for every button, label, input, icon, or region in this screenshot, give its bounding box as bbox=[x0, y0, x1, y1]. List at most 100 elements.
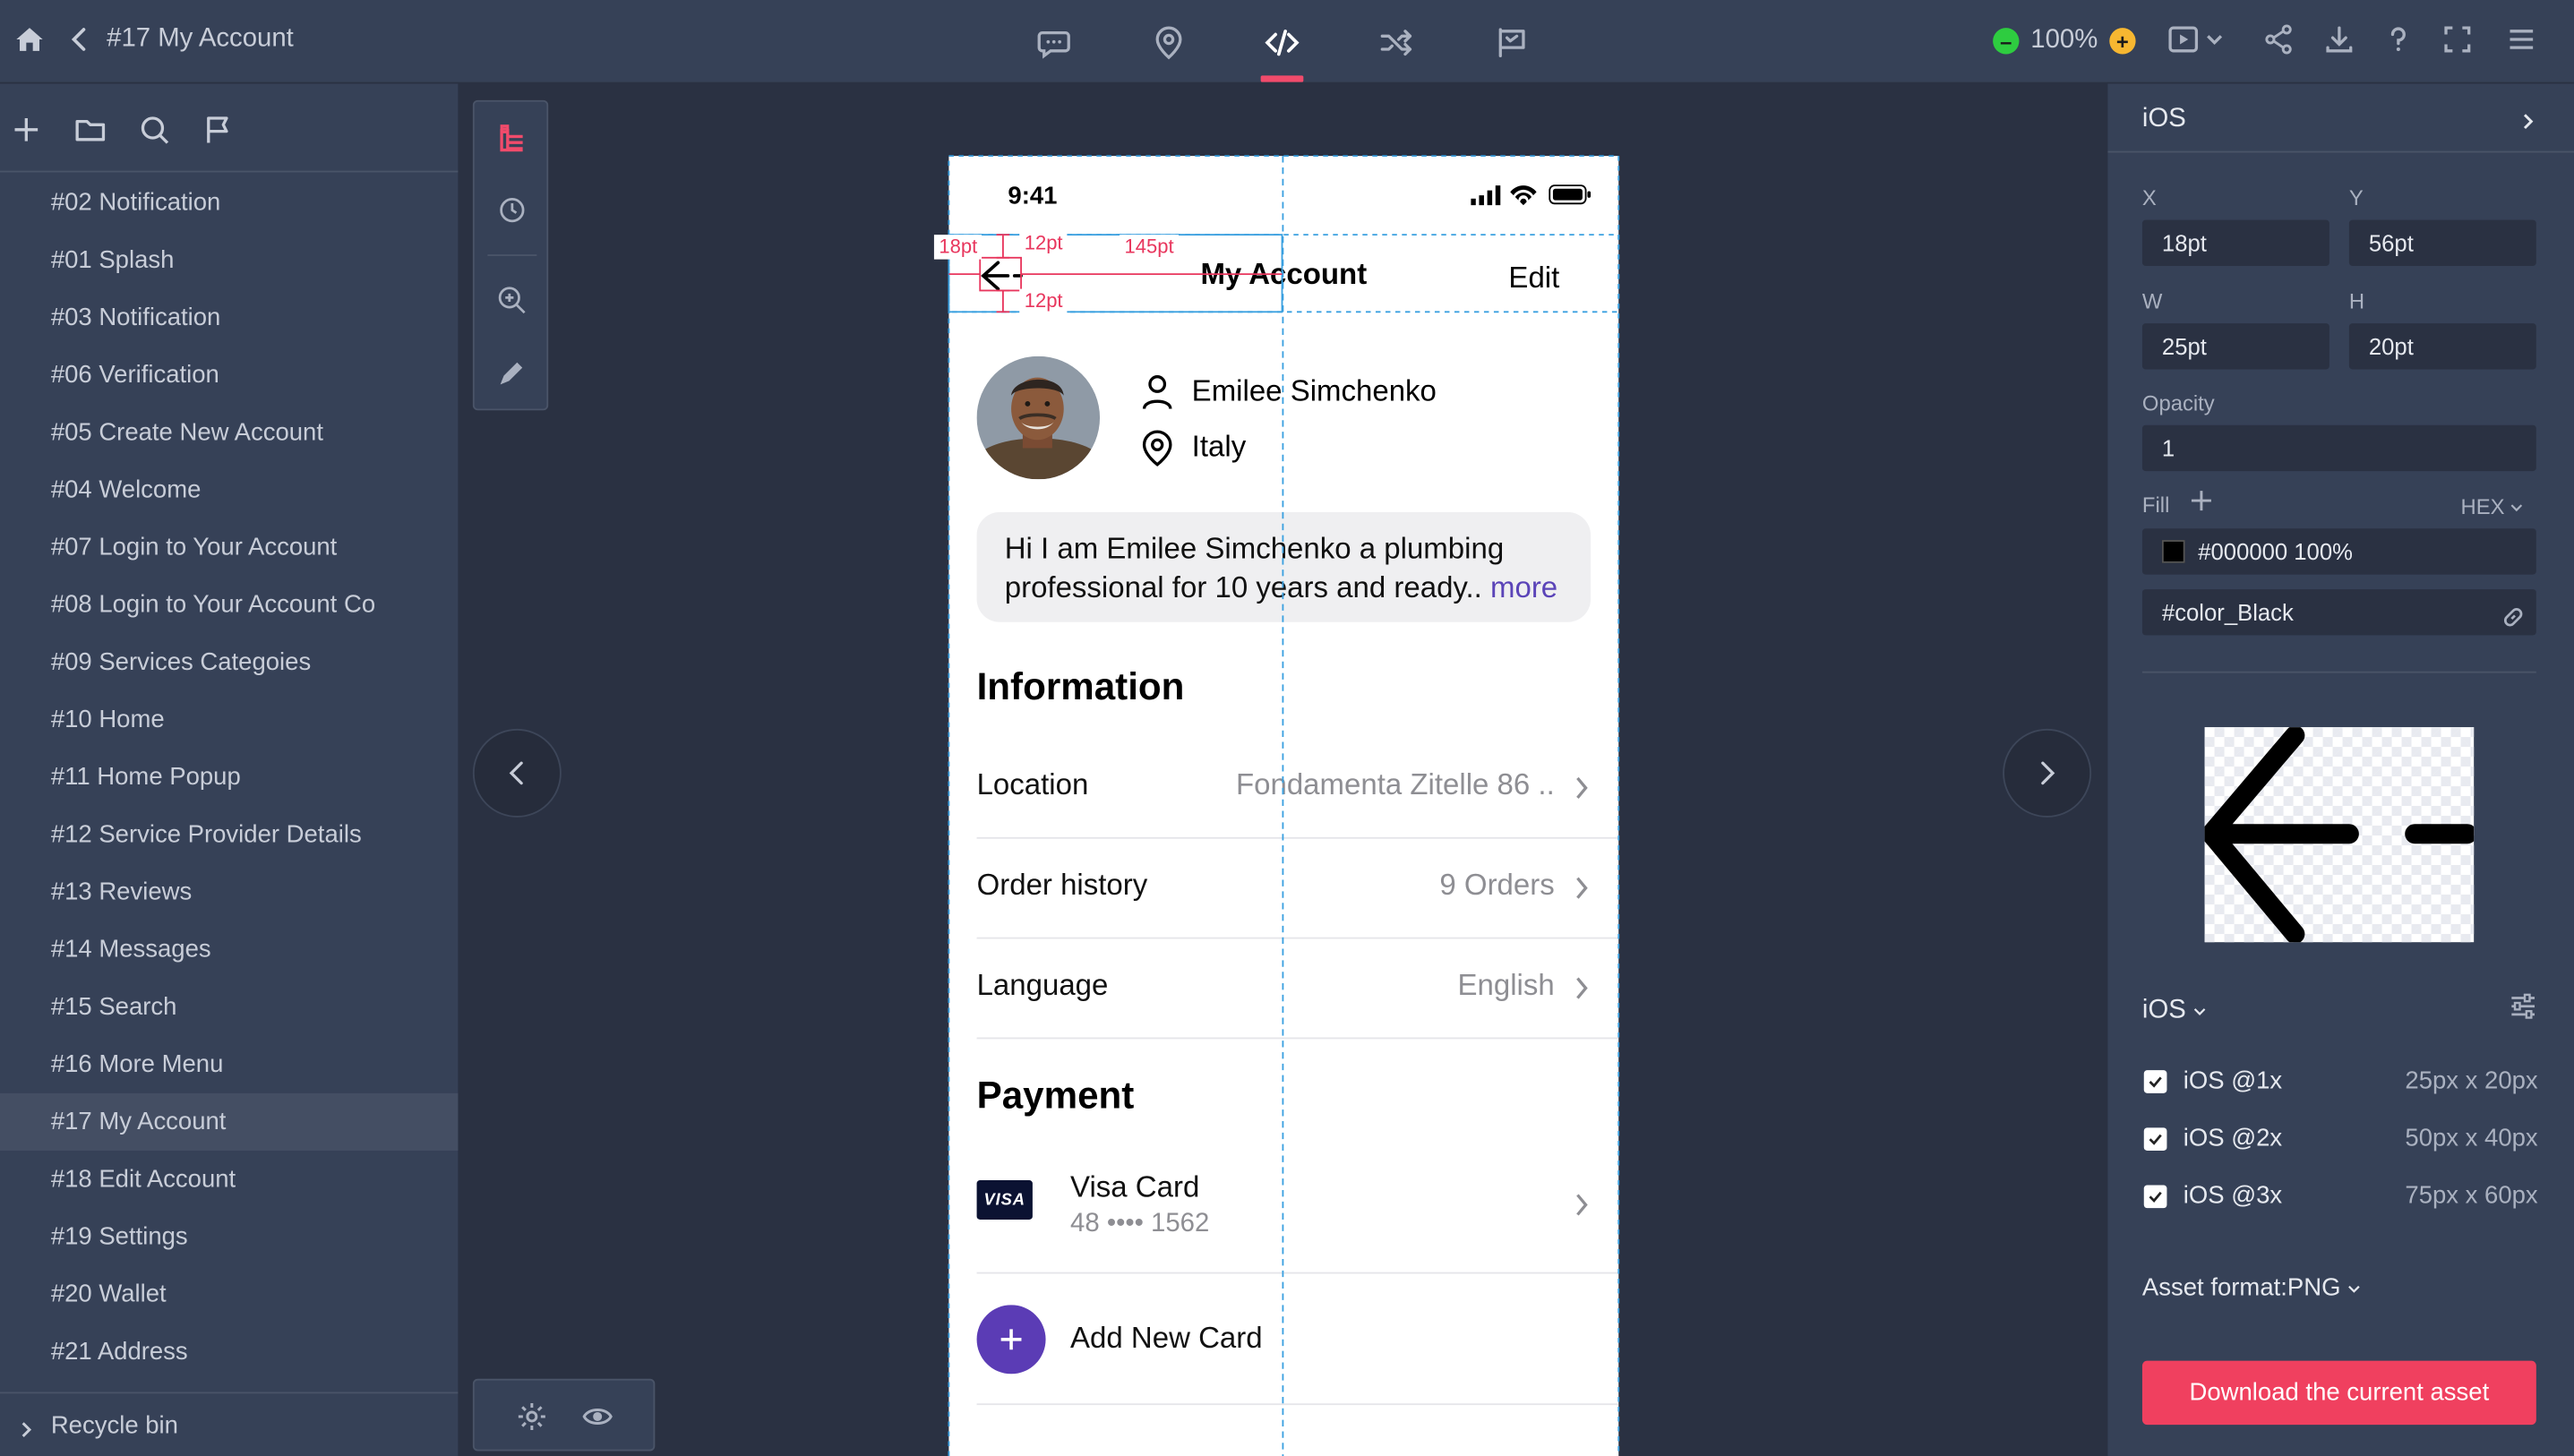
screen-item[interactable]: #18 Edit Account bbox=[0, 1151, 458, 1208]
color-token-field[interactable]: #color_Black bbox=[2141, 589, 2536, 636]
opacity-field[interactable]: 1 bbox=[2141, 424, 2536, 472]
w-field[interactable]: 25pt bbox=[2141, 323, 2329, 370]
screen-item[interactable]: #11 Home Popup bbox=[0, 749, 458, 806]
flag-icon[interactable] bbox=[201, 112, 236, 148]
color-token-value: #color_Black bbox=[2161, 599, 2294, 626]
zoom-control: – 100% + bbox=[1993, 23, 2136, 59]
layers-icon[interactable] bbox=[493, 120, 532, 159]
inspector-panel: iOS X Y 18pt 56pt W H 25pt 20pt Opacity … bbox=[2107, 83, 2574, 1456]
zoom-in-button[interactable]: + bbox=[2109, 28, 2136, 55]
next-screen-button[interactable] bbox=[2003, 728, 2092, 818]
inspector-header[interactable]: iOS bbox=[2107, 83, 2574, 153]
screen-item[interactable]: #13 Reviews bbox=[0, 863, 458, 921]
screen-item[interactable]: #05 Create New Account bbox=[0, 404, 458, 461]
fill-value: #000000 100% bbox=[2198, 538, 2353, 565]
y-field[interactable]: 56pt bbox=[2348, 219, 2536, 266]
export-platform-value: iOS bbox=[2141, 996, 2186, 1024]
zoom-out-button[interactable]: – bbox=[1993, 28, 2020, 55]
screen-item[interactable]: #01 Splash bbox=[0, 231, 458, 288]
export-row-3x[interactable]: iOS @3x 75px x 60px bbox=[2143, 1180, 2538, 1213]
add-new-card-row[interactable]: Add New Card bbox=[976, 1275, 1619, 1406]
export-checkbox[interactable] bbox=[2143, 1127, 2167, 1152]
chevron-right-icon bbox=[1574, 875, 1589, 901]
screen-item[interactable]: #03 Notification bbox=[0, 289, 458, 347]
shuffle-icon[interactable] bbox=[1360, 16, 1433, 69]
chevron-left-icon bbox=[509, 761, 523, 785]
bio-more-link[interactable]: more bbox=[1490, 571, 1557, 604]
location-pin-icon[interactable] bbox=[1133, 16, 1205, 69]
screen-item[interactable]: #08 Login to Your Account Co bbox=[0, 576, 458, 633]
home-icon[interactable] bbox=[13, 23, 47, 56]
chevron-right-icon bbox=[1574, 975, 1589, 1001]
edit-button[interactable]: Edit bbox=[1508, 261, 1559, 295]
user-icon bbox=[1139, 373, 1175, 412]
fullscreen-icon[interactable] bbox=[2438, 20, 2477, 59]
code-icon[interactable] bbox=[1246, 16, 1318, 69]
fill-field[interactable]: #000000 100% bbox=[2141, 528, 2536, 575]
export-row-2x[interactable]: iOS @2x 50px x 40px bbox=[2143, 1123, 2538, 1156]
zoom-icon[interactable] bbox=[493, 280, 532, 320]
history-icon[interactable] bbox=[493, 191, 532, 230]
eye-icon[interactable] bbox=[579, 1399, 615, 1435]
x-field[interactable]: 18pt bbox=[2141, 219, 2329, 266]
screen-item[interactable]: #16 More Menu bbox=[0, 1036, 458, 1093]
profile-location: Italy bbox=[1191, 430, 1247, 463]
play-icon[interactable] bbox=[2164, 20, 2203, 59]
search-icon[interactable] bbox=[136, 112, 172, 148]
export-checkbox[interactable] bbox=[2143, 1070, 2167, 1093]
add-fill-icon[interactable] bbox=[2188, 487, 2214, 513]
export-platform-select[interactable]: iOS bbox=[2142, 997, 2207, 1026]
export-name: iOS @3x bbox=[2183, 1181, 2283, 1210]
previous-screen-button[interactable] bbox=[472, 728, 562, 818]
add-card-button[interactable] bbox=[976, 1305, 1046, 1375]
info-row-order-history[interactable]: Order history 9 Orders bbox=[976, 839, 1619, 939]
screen-item[interactable]: #04 Welcome bbox=[0, 461, 458, 518]
sidebar-toolbar bbox=[0, 83, 459, 173]
screen-item[interactable]: #20 Wallet bbox=[0, 1265, 458, 1323]
recycle-bin[interactable]: Recycle bin bbox=[0, 1392, 459, 1455]
chevron-right-icon bbox=[2521, 110, 2535, 130]
screen-item[interactable]: #14 Messages bbox=[0, 921, 458, 978]
flag-board-icon[interactable] bbox=[1476, 16, 1549, 69]
screen-item[interactable]: #15 Search bbox=[0, 979, 458, 1036]
comment-icon[interactable] bbox=[1017, 16, 1090, 69]
eyedropper-icon[interactable] bbox=[493, 353, 532, 392]
asset-format-label: Asset format: bbox=[2141, 1273, 2287, 1302]
link-icon[interactable] bbox=[2501, 599, 2527, 627]
screen-item[interactable]: #19 Settings bbox=[0, 1208, 458, 1265]
settings-gear-icon[interactable] bbox=[514, 1399, 550, 1435]
menu-icon[interactable] bbox=[2501, 20, 2541, 59]
sliders-icon[interactable] bbox=[2509, 991, 2538, 1021]
opacity-label: Opacity bbox=[2141, 390, 2215, 415]
screen-item[interactable]: #17 My Account bbox=[0, 1092, 459, 1152]
export-size: 75px x 60px bbox=[2405, 1181, 2538, 1210]
export-checkbox[interactable] bbox=[2143, 1185, 2167, 1209]
chevron-down-icon[interactable] bbox=[2203, 20, 2227, 59]
help-icon[interactable] bbox=[2379, 20, 2418, 59]
screen-item[interactable]: #06 Verification bbox=[0, 347, 458, 404]
screen-item[interactable]: #21 Address bbox=[0, 1323, 458, 1380]
screen-item[interactable]: #12 Service Provider Details bbox=[0, 806, 458, 863]
screen-item[interactable]: #07 Login to Your Account bbox=[0, 518, 458, 576]
download-icon[interactable] bbox=[2320, 20, 2359, 59]
asset-format-select[interactable]: Asset format:PNG bbox=[2141, 1273, 2361, 1302]
share-icon[interactable] bbox=[2259, 20, 2298, 59]
download-asset-button[interactable]: Download the current asset bbox=[2141, 1360, 2536, 1426]
screen-item[interactable]: #10 Home bbox=[0, 691, 458, 749]
chevron-down-icon bbox=[2194, 1008, 2206, 1015]
color-mode-select[interactable]: HEX bbox=[2461, 494, 2524, 518]
screen-item[interactable]: #02 Notification bbox=[0, 174, 458, 231]
folder-icon[interactable] bbox=[73, 112, 108, 148]
info-row-location[interactable]: Location Fondamenta Zitelle 86 .. bbox=[976, 739, 1619, 839]
h-field[interactable]: 20pt bbox=[2348, 323, 2536, 370]
section-title-information: Information bbox=[976, 664, 1185, 708]
info-row-language[interactable]: Language English bbox=[976, 939, 1619, 1040]
visa-card-row[interactable]: VISA Visa Card 48 •••• 1562 bbox=[976, 1137, 1619, 1274]
add-icon[interactable] bbox=[8, 112, 44, 148]
back-chevron-icon[interactable] bbox=[65, 23, 91, 56]
visa-logo: VISA bbox=[976, 1179, 1033, 1220]
screen-item[interactable]: #09 Services Categoies bbox=[0, 634, 458, 691]
chevron-right-icon bbox=[1574, 775, 1589, 801]
color-mode-value: HEX bbox=[2460, 493, 2505, 519]
export-row-1x[interactable]: iOS @1x 25px x 20px bbox=[2143, 1066, 2538, 1099]
